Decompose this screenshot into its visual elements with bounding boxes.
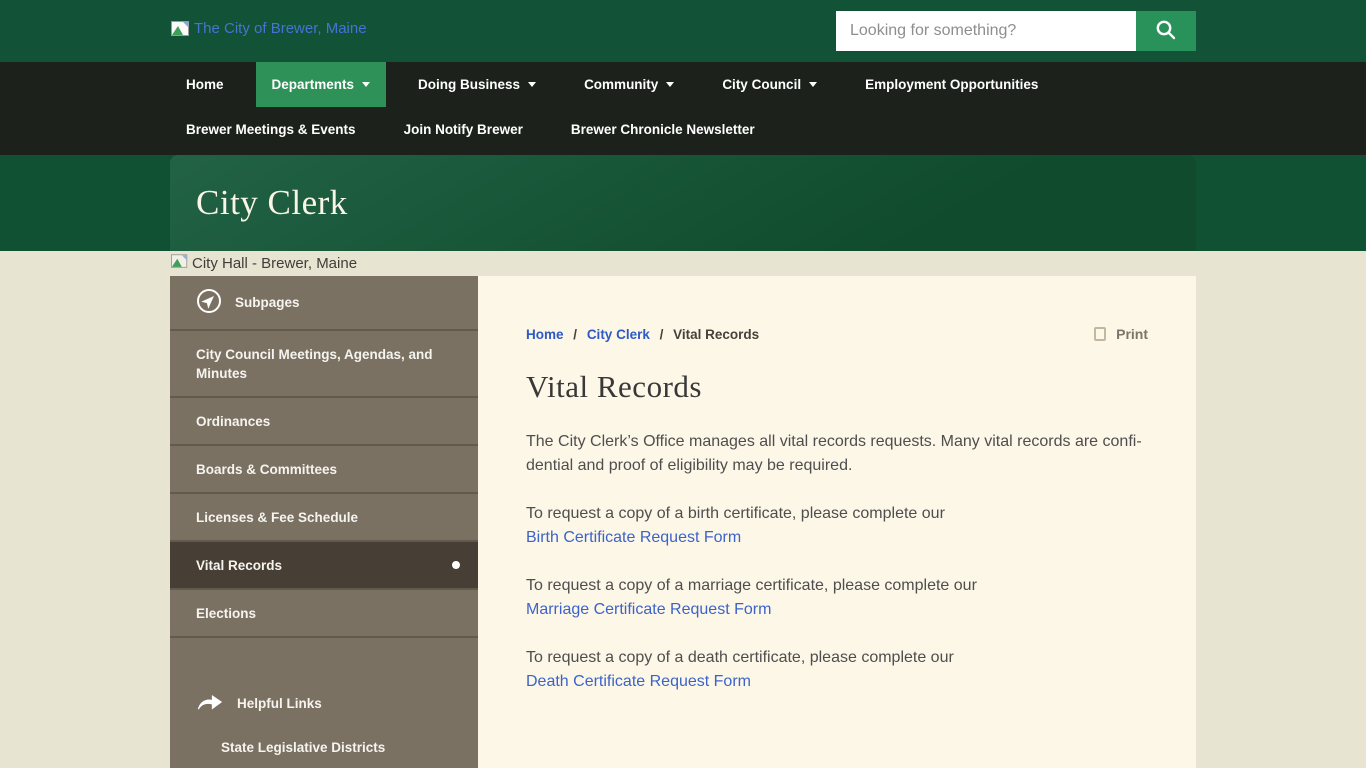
nav-item-brewer-meetings-events[interactable]: Brewer Meetings & Events [170,107,372,152]
sidebar-item-vital-records[interactable]: Vital Records [170,542,478,590]
sidebar-item-city-council-meetings[interactable]: City Council Meetings, Agendas, and Minu… [170,331,478,398]
nav-row-primary: Home Departments Doing Business Communit… [0,62,1366,107]
hero-image: City Hall - Brewer, Maine [171,251,357,276]
marriage-certificate-text: To request a copy of a marriage certific… [526,574,1148,598]
navigation-arrow-icon [196,288,222,317]
death-certificate-section: To request a copy of a death certificate… [526,646,1148,694]
page-title: Vital Records [526,369,1148,405]
sidebar: Subpages City Council Meetings, Agendas,… [170,276,478,768]
sidebar-item-ordinances[interactable]: Ordinances [170,398,478,446]
print-icon [1094,327,1106,341]
marriage-certificate-section: To request a copy of a marriage certific… [526,574,1148,622]
broken-image-icon [171,254,189,274]
subpages-header: Subpages [170,276,478,331]
broken-image-icon [171,21,191,37]
breadcrumb-separator: / [573,327,577,342]
birth-certificate-section: To request a copy of a birth certificate… [526,502,1148,550]
page-banner: City Clerk [0,155,1366,251]
breadcrumb-city-clerk-link[interactable]: City Clerk [587,327,650,342]
birth-certificate-request-form-link[interactable]: Birth Certificate Request Form [526,526,1148,550]
search-button[interactable] [1136,11,1196,51]
chevron-down-icon [528,82,536,87]
helpful-links-label: Helpful Links [237,696,322,711]
birth-certificate-text: To request a copy of a birth certificate… [526,502,1148,526]
breadcrumb-home-link[interactable]: Home [526,327,564,342]
death-certificate-text: To request a copy of a death certificate… [526,646,1148,670]
breadcrumb-separator: / [660,327,664,342]
chevron-down-icon [809,82,817,87]
chevron-down-icon [666,82,674,87]
page-banner-title: City Clerk [170,183,348,223]
nav-item-community[interactable]: Community [568,62,690,107]
site-logo[interactable]: The City of Brewer, Maine [171,20,367,37]
nav-item-doing-business[interactable]: Doing Business [402,62,552,107]
chevron-down-icon [362,82,370,87]
intro-paragraph: The City Clerk’s Office manages all vita… [526,430,1148,478]
breadcrumb-current: Vital Records [673,327,759,342]
nav-item-brewer-chronicle-newsletter[interactable]: Brewer Chronicle Newsletter [555,107,771,152]
sidebar-item-boards-committees[interactable]: Boards & Committees [170,446,478,494]
sidebar-item-elections[interactable]: Elections [170,590,478,638]
curved-arrow-icon [196,692,224,715]
marriage-certificate-request-form-link[interactable]: Marriage Certificate Request Form [526,598,1148,622]
print-button[interactable]: Print [1094,326,1148,342]
print-label: Print [1116,326,1148,342]
nav-item-join-notify-brewer[interactable]: Join Notify Brewer [388,107,539,152]
sidebar-item-state-legislative-districts[interactable]: State Legislative Districts [170,728,478,767]
breadcrumb: Home / City Clerk / Vital Records [526,327,759,342]
page: The City of Brewer, Maine Home Departmen… [0,0,1366,768]
site-header: The City of Brewer, Maine [0,0,1366,62]
nav-item-departments[interactable]: Departments [256,62,387,107]
site-logo-alt-text: The City of Brewer, Maine [194,20,367,37]
death-certificate-request-form-link[interactable]: Death Certificate Request Form [526,670,1148,694]
active-page-dot [452,561,460,569]
subpages-label: Subpages [235,295,300,310]
hero-image-alt-text: City Hall - Brewer, Maine [192,255,357,272]
search-input[interactable] [836,11,1136,51]
main-content: Home / City Clerk / Vital Records Print … [478,276,1196,768]
nav-row-secondary: Brewer Meetings & Events Join Notify Bre… [0,107,1366,152]
sidebar-item-licenses-fee-schedule[interactable]: Licenses & Fee Schedule [170,494,478,542]
nav-item-home[interactable]: Home [170,62,240,107]
nav-item-city-council[interactable]: City Council [706,62,833,107]
main-navigation: Home Departments Doing Business Communit… [0,62,1366,155]
helpful-links-header: Helpful Links [170,678,478,728]
page-banner-panel: City Clerk [170,155,1196,251]
nav-item-employment-opportunities[interactable]: Employment Opportunities [849,62,1054,107]
site-search [836,11,1196,51]
search-icon [1154,18,1178,45]
